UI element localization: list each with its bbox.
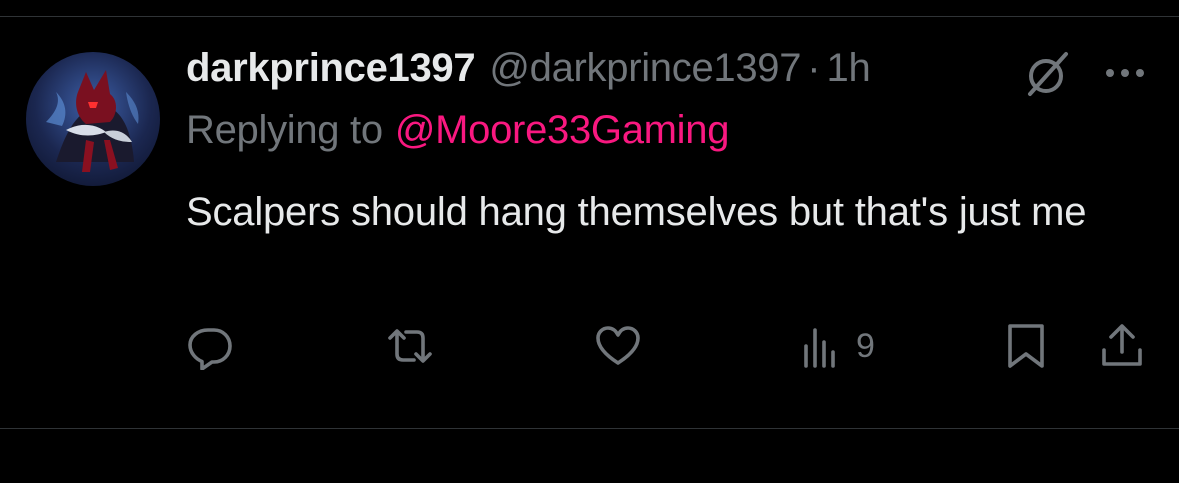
top-divider [0,16,1179,17]
display-name[interactable]: darkprince1397 [186,46,476,91]
reply-button[interactable] [186,318,234,374]
tweet-header: darkprince1397 @darkprince1397 · 1h [186,46,871,106]
replying-to: Replying to @Moore33Gaming [186,108,729,153]
bookmark-icon [1008,324,1044,368]
share-icon [1102,324,1142,366]
replying-to-mention[interactable]: @Moore33Gaming [395,108,730,152]
bottom-divider [0,428,1179,429]
user-handle[interactable]: @darkprince1397 [489,46,801,91]
like-button[interactable] [594,318,642,374]
bookmark-button[interactable] [1002,318,1050,374]
grok-icon[interactable] [1020,48,1072,100]
tweet-text: Scalpers should hang themselves but that… [186,190,1087,234]
views-icon [804,328,835,368]
share-button[interactable] [1098,318,1146,374]
separator-dot: · [807,46,821,90]
avatar-image [46,70,139,172]
views-button[interactable]: 9 [796,318,875,374]
replying-to-label: Replying to [186,108,383,152]
reply-icon [188,328,232,370]
avatar[interactable] [26,52,160,186]
retweet-icon [388,329,432,363]
retweet-button[interactable] [386,318,434,374]
heart-icon [596,326,640,365]
more-icon[interactable] [1100,58,1150,88]
views-count: 9 [856,326,875,365]
timestamp[interactable]: 1h [827,46,871,91]
